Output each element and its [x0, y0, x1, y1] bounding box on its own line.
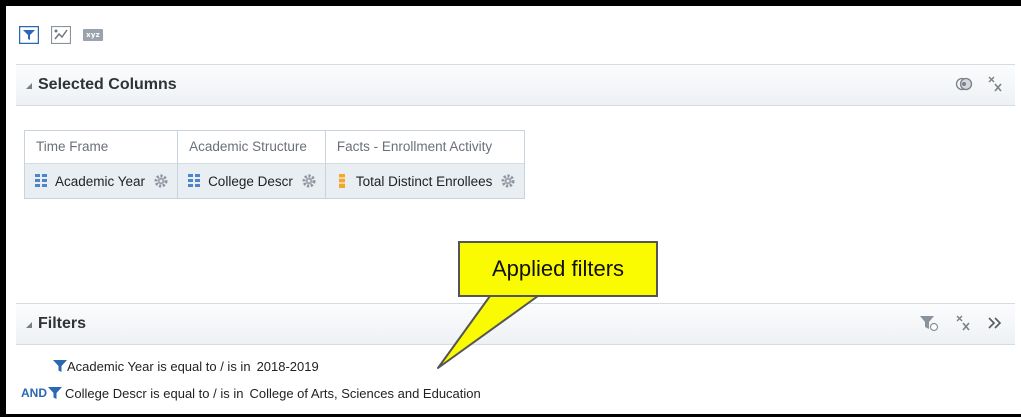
filter-text: Academic Year is equal to / is in	[67, 358, 251, 374]
filter-toggle-button[interactable]	[18, 25, 40, 45]
xyz-button[interactable]: xyz	[82, 25, 104, 45]
gear-icon[interactable]	[301, 173, 317, 189]
column-item-label: College Descr	[208, 173, 293, 189]
remove-all-filters-icon[interactable]	[955, 314, 971, 332]
column-item-college-descr[interactable]: College Descr	[178, 163, 325, 198]
collapse-triangle-icon[interactable]	[26, 83, 32, 89]
chart-toggle-button[interactable]	[50, 25, 72, 45]
toggle-visibility-icon[interactable]	[955, 77, 973, 91]
applied-filters-callout: Applied filters	[458, 241, 658, 297]
filter-icon	[53, 360, 67, 372]
column-group: Academic Structure College Descr	[178, 131, 326, 198]
attribute-icon	[35, 174, 47, 187]
columns-table: Time Frame Academic Year Academic Struct…	[24, 130, 526, 199]
column-item-academic-year[interactable]: Academic Year	[25, 163, 178, 198]
filter-value: 2018-2019	[256, 358, 319, 374]
add-filter-icon[interactable]	[919, 314, 939, 332]
column-group: Time Frame Academic Year	[25, 131, 179, 198]
column-folder-label: Time Frame	[25, 131, 178, 163]
filter-icon	[19, 26, 39, 44]
gear-icon[interactable]	[500, 173, 516, 189]
more-options-icon[interactable]	[987, 316, 1003, 330]
column-item-total-distinct-enrollees[interactable]: Total Distinct Enrollees	[325, 163, 525, 198]
attribute-icon	[188, 174, 201, 187]
filter-operator[interactable]: AND	[21, 386, 47, 400]
column-item-label: Academic Year	[55, 173, 146, 189]
gear-icon[interactable]	[153, 173, 169, 189]
filter-item[interactable]: Academic Year is equal to / is in 2018-2…	[53, 356, 319, 376]
selected-columns-title: Selected Columns	[38, 76, 177, 93]
column-folder-label: Academic Structure	[178, 131, 325, 163]
filter-item[interactable]: AND College Descr is equal to / is in Co…	[21, 383, 481, 403]
xyz-icon: xyz	[83, 29, 103, 41]
filter-text: College Descr is equal to / is in	[65, 385, 244, 401]
chart-icon	[51, 26, 71, 44]
filters-title: Filters	[38, 315, 87, 332]
callout-text: Applied filters	[491, 256, 625, 281]
remove-all-columns-icon[interactable]	[987, 75, 1003, 93]
collapse-triangle-icon[interactable]	[26, 322, 32, 328]
selected-columns-header[interactable]: Selected Columns	[16, 64, 1015, 106]
filter-value: College of Arts, Sciences and Education	[249, 385, 481, 401]
toolbar: xyz	[18, 24, 104, 46]
column-folder-label: Facts - Enrollment Activity	[325, 131, 525, 163]
measure-icon	[338, 174, 345, 188]
column-item-label: Total Distinct Enrollees	[355, 173, 493, 189]
column-group: Facts - Enrollment Activity Total Distin…	[325, 131, 525, 198]
filter-icon	[48, 387, 62, 399]
